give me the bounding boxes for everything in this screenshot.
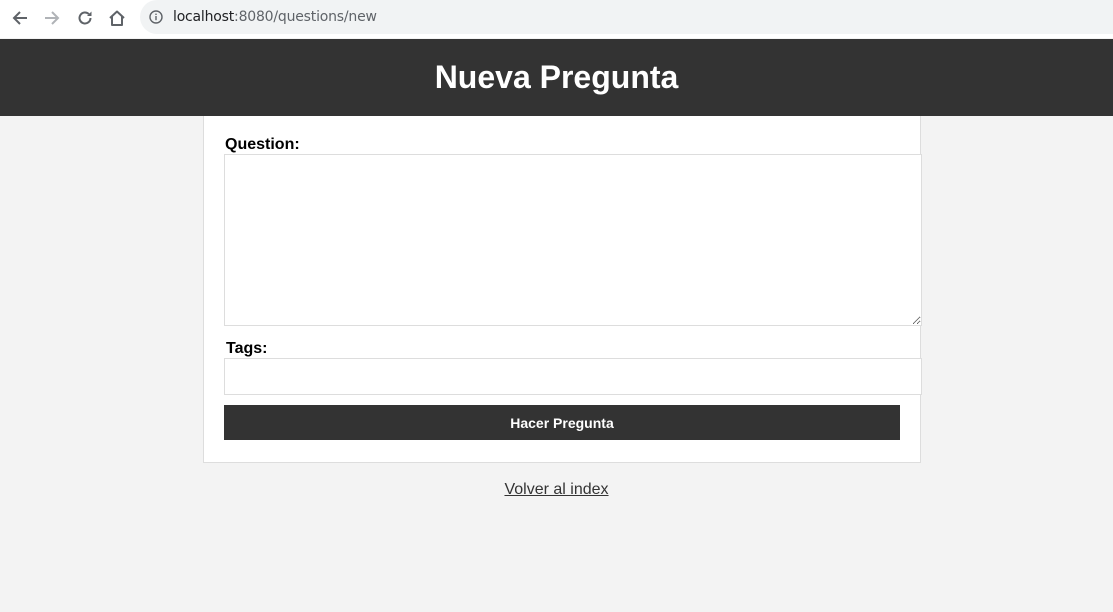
url-path: :8080/questions/new bbox=[234, 9, 377, 25]
arrow-right-icon bbox=[45, 11, 60, 25]
reload-button[interactable] bbox=[72, 5, 98, 31]
info-icon[interactable] bbox=[149, 10, 163, 24]
question-label: Question: bbox=[225, 136, 300, 153]
address-bar[interactable]: localhost:8080/questions/new bbox=[140, 0, 1113, 34]
arrow-left-icon bbox=[12, 11, 27, 25]
home-icon bbox=[109, 10, 125, 26]
tags-input[interactable] bbox=[224, 358, 922, 395]
url-text[interactable]: localhost:8080/questions/new bbox=[173, 9, 377, 25]
page-title: Nueva Pregunta bbox=[434, 59, 679, 95]
question-form: Question: Tags: Hacer Pregunta bbox=[203, 116, 922, 463]
url-host: localhost bbox=[173, 9, 235, 25]
browser-toolbar: localhost:8080/questions/new bbox=[0, 0, 1113, 38]
back-to-index-link[interactable]: Volver al index bbox=[504, 481, 608, 498]
page-header: Nueva Pregunta bbox=[0, 39, 1113, 116]
home-button[interactable] bbox=[104, 5, 130, 31]
reload-icon bbox=[78, 11, 92, 25]
back-button[interactable] bbox=[7, 5, 33, 31]
forward-button[interactable] bbox=[39, 5, 65, 31]
tags-label: Tags: bbox=[226, 340, 268, 357]
back-link-container: Volver al index bbox=[0, 481, 1113, 499]
submit-question-button[interactable]: Hacer Pregunta bbox=[224, 405, 900, 440]
question-textarea[interactable] bbox=[224, 154, 922, 326]
